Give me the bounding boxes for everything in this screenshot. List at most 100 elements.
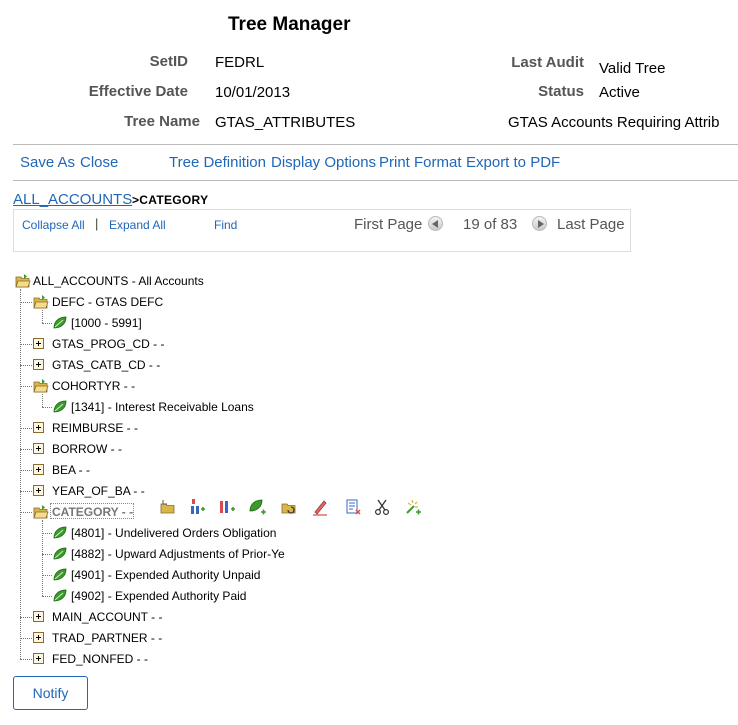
print-format-link[interactable]: Print Format <box>379 154 462 171</box>
open-folder-icon[interactable] <box>15 273 31 289</box>
tree-node-label[interactable]: COHORTYR - - <box>52 378 135 394</box>
leaf-icon[interactable] <box>52 567 68 583</box>
tree-description: GTAS Accounts Requiring Attrib <box>508 114 720 131</box>
export-pdf-link[interactable]: Export to PDF <box>466 154 560 171</box>
tree-branch-line <box>42 310 43 323</box>
tree-node: REIMBURSE - - <box>33 420 373 436</box>
tree-branch-line <box>42 520 43 596</box>
expand-node-icon[interactable] <box>33 443 44 454</box>
expand-node-icon[interactable] <box>33 338 44 349</box>
tree-node: TRAD_PARTNER - - <box>33 630 373 646</box>
leaf-icon[interactable] <box>52 588 68 604</box>
tree-node-label[interactable]: GTAS_CATB_CD - - <box>52 357 160 373</box>
tree-node-label[interactable]: BEA - - <box>52 462 90 478</box>
tree-leaf-node: [4901] - Expended Authority Unpaid <box>52 567 392 583</box>
effdate-label: Effective Date <box>88 83 188 100</box>
open-folder-icon[interactable] <box>33 504 49 520</box>
lastaudit-value: Valid Tree <box>599 60 666 77</box>
breadcrumb-root-link[interactable]: ALL_ACCOUNTS <box>13 191 132 208</box>
divider-toolbar <box>13 180 738 181</box>
expand-all-link[interactable]: Expand All <box>109 218 166 232</box>
tree-node-label[interactable]: [1341] - Interest Receivable Loans <box>71 399 254 415</box>
expand-node-icon[interactable] <box>33 632 44 643</box>
tree-leaf-node: [4902] - Expended Authority Paid <box>52 588 392 604</box>
tree-connector <box>20 302 32 303</box>
find-link[interactable]: Find <box>214 218 237 232</box>
last-page-label: Last Page <box>557 216 625 233</box>
expand-node-icon[interactable] <box>33 464 44 475</box>
effdate-value: 10/01/2013 <box>215 84 291 101</box>
tree-node-label[interactable]: TRAD_PARTNER - - <box>52 630 162 646</box>
tree-leaf-node: [1000 - 5991] <box>52 315 392 331</box>
tree-connector <box>42 596 52 597</box>
tree-connector <box>20 638 32 639</box>
tree-connector <box>42 575 52 576</box>
leaf-icon[interactable] <box>52 315 68 331</box>
insert-child-detail-icon[interactable] <box>218 498 236 516</box>
save-as-link[interactable]: Save As <box>20 154 75 171</box>
collapse-all-link[interactable]: Collapse All <box>22 218 85 232</box>
status-label: Status <box>538 83 584 100</box>
next-page-icon[interactable] <box>532 216 547 231</box>
tree-leaf-node: [1341] - Interest Receivable Loans <box>52 399 392 415</box>
leaf-icon[interactable] <box>52 546 68 562</box>
tree-node: MAIN_ACCOUNT - - <box>33 609 373 625</box>
delete-icon[interactable] <box>344 498 362 516</box>
page-info: 19 of 83 <box>463 216 518 233</box>
tree-node-label[interactable]: GTAS_PROG_CD - - <box>52 336 164 352</box>
tree-node-label[interactable]: [4901] - Expended Authority Unpaid <box>71 567 260 583</box>
cut-icon[interactable] <box>373 498 391 516</box>
tree-node-label[interactable]: DEFC - GTAS DEFC <box>52 294 163 310</box>
close-link[interactable]: Close <box>80 154 118 171</box>
tree-leaf-node: [4801] - Undelivered Orders Obligation <box>52 525 392 541</box>
tree-node-label[interactable]: [1000 - 5991] <box>71 315 142 331</box>
nav-separator: | <box>95 216 99 231</box>
expand-node-icon[interactable] <box>33 485 44 496</box>
edit-node-icon[interactable] <box>311 498 329 516</box>
tree-definition-link[interactable]: Tree Definition <box>169 154 266 171</box>
tree-connector <box>20 365 32 366</box>
treename-value: GTAS_ATTRIBUTES <box>215 114 356 131</box>
edit-data-icon[interactable] <box>280 498 298 516</box>
expand-node-icon[interactable] <box>33 653 44 664</box>
open-folder-icon[interactable] <box>33 378 49 394</box>
tree-connector <box>42 554 52 555</box>
tree-branch-line <box>42 394 43 407</box>
insert-sibling-node-icon[interactable] <box>188 498 206 516</box>
tree-node: COHORTYR - - <box>33 378 373 394</box>
display-options-link[interactable]: Display Options <box>271 154 376 171</box>
tree-leaf-node: [4882] - Upward Adjustments of Prior-Ye <box>52 546 392 562</box>
tree-connector <box>20 659 32 660</box>
tree-node-label[interactable]: MAIN_ACCOUNT - - <box>52 609 162 625</box>
expand-node-icon[interactable] <box>33 611 44 622</box>
paste-icon[interactable] <box>404 498 422 516</box>
tree-connector <box>42 407 52 408</box>
tree-node: YEAR_OF_BA - - <box>33 483 373 499</box>
tree-node-label[interactable]: YEAR_OF_BA - - <box>52 483 145 499</box>
tree-trunk-line <box>20 289 21 659</box>
tree-root-label[interactable]: ALL_ACCOUNTS - All Accounts <box>33 273 204 289</box>
open-folder-icon[interactable] <box>33 294 49 310</box>
tree-node: GTAS_CATB_CD - - <box>33 357 373 373</box>
tree-node-label[interactable]: FED_NONFED - - <box>52 651 148 667</box>
expand-node-icon[interactable] <box>33 422 44 433</box>
tree-node-label[interactable]: [4902] - Expended Authority Paid <box>71 588 246 604</box>
leaf-icon[interactable] <box>52 399 68 415</box>
insert-child-node-icon[interactable] <box>159 498 177 516</box>
tree-node-label[interactable]: [4882] - Upward Adjustments of Prior-Ye <box>71 546 285 562</box>
breadcrumb-current: >CATEGORY <box>132 193 209 207</box>
previous-page-icon[interactable] <box>428 216 443 231</box>
tree-connector <box>20 491 32 492</box>
tree-node-label[interactable]: BORROW - - <box>52 441 122 457</box>
setid-label: SetID <box>149 53 188 70</box>
tree-node: BEA - - <box>33 462 373 478</box>
tree-connector <box>20 386 32 387</box>
status-value: Active <box>599 84 640 101</box>
insert-leaf-icon[interactable] <box>249 498 267 516</box>
tree-node: DEFC - GTAS DEFC <box>33 294 373 310</box>
expand-node-icon[interactable] <box>33 359 44 370</box>
tree-node-label[interactable]: [4801] - Undelivered Orders Obligation <box>71 525 276 541</box>
leaf-icon[interactable] <box>52 525 68 541</box>
notify-button[interactable]: Notify <box>13 676 88 710</box>
tree-node-label[interactable]: REIMBURSE - - <box>52 420 138 436</box>
